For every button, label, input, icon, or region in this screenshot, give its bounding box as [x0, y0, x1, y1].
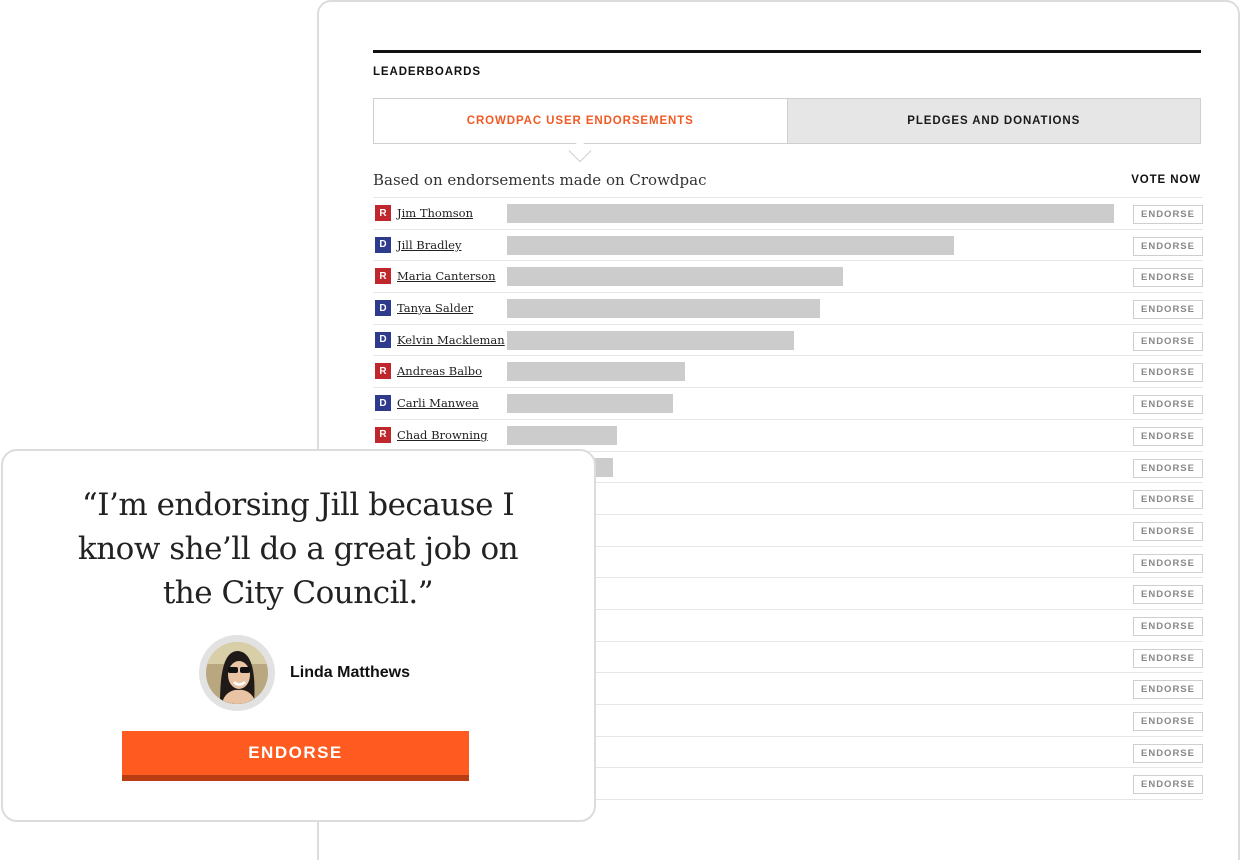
endorsement-bar: [507, 204, 1114, 223]
endorse-button[interactable]: ENDORSE: [1133, 268, 1203, 288]
tab-crowdpac-user-endorsements[interactable]: CROWDPAC USER ENDORSEMENTS: [374, 99, 787, 143]
endorse-button[interactable]: ENDORSE: [1133, 395, 1203, 415]
table-row: R Jim Thomson ENDORSE: [373, 198, 1203, 230]
leaderboard-description: Based on endorsements made on Crowdpac: [373, 171, 707, 189]
author-name: Linda Matthews: [290, 664, 411, 681]
quote-line: know she’ll do a great job on: [77, 531, 519, 567]
candidate-name-link[interactable]: Maria Canterson: [397, 269, 496, 283]
endorse-cta-button[interactable]: ENDORSE: [122, 731, 469, 781]
endorse-button[interactable]: ENDORSE: [1133, 331, 1203, 351]
endorse-button[interactable]: ENDORSE: [1133, 205, 1203, 224]
active-tab-pointer: [568, 139, 592, 163]
leaderboard-subheader: Based on endorsements made on Crowdpac V…: [373, 171, 1201, 189]
endorse-button[interactable]: ENDORSE: [1133, 585, 1203, 605]
endorse-button[interactable]: ENDORSE: [1133, 616, 1203, 636]
endorsement-bar: [507, 299, 820, 319]
table-row: D Carli Manwea ENDORSE: [373, 388, 1203, 420]
endorsement-bar: [507, 394, 673, 414]
leaderboard-tabs: CROWDPAC USER ENDORSEMENTS PLEDGES AND D…: [373, 98, 1201, 163]
endorsement-bar: [507, 235, 954, 255]
endorsement-bar: [507, 362, 685, 382]
candidate-name-link[interactable]: Jim Thomson: [397, 206, 473, 220]
party-badge: D: [375, 331, 391, 348]
top-divider: [373, 50, 1201, 53]
party-badge: R: [375, 363, 391, 380]
candidate-name-link[interactable]: Carli Manwea: [397, 396, 479, 410]
endorse-button[interactable]: ENDORSE: [1133, 458, 1203, 478]
candidate-name-link[interactable]: Jill Bradley: [397, 238, 461, 252]
endorse-button[interactable]: ENDORSE: [1133, 553, 1203, 573]
candidate-name-link[interactable]: Chad Browning: [397, 428, 488, 442]
candidate-name-link[interactable]: Andreas Balbo: [397, 364, 482, 378]
section-title: LEADERBOARDS: [373, 66, 481, 78]
table-row: R Maria Canterson ENDORSE: [373, 261, 1203, 294]
endorsement-bar: [507, 267, 843, 287]
endorse-button[interactable]: ENDORSE: [1133, 680, 1203, 700]
endorsement-bar: [507, 330, 794, 350]
party-badge: D: [375, 395, 391, 412]
endorsement-quote: “I’m endorsing Jill because I know she’l…: [43, 483, 553, 615]
party-badge: R: [375, 268, 391, 285]
table-row: D Kelvin Mackleman ENDORSE: [373, 325, 1203, 357]
endorse-button[interactable]: ENDORSE: [1133, 426, 1203, 446]
endorse-button[interactable]: ENDORSE: [1133, 743, 1203, 763]
endorse-button[interactable]: ENDORSE: [1133, 363, 1203, 383]
table-row: R Chad Browning ENDORSE: [373, 420, 1203, 452]
endorse-button[interactable]: ENDORSE: [1133, 300, 1203, 320]
quote-line: “I’m endorsing Jill because I: [81, 487, 515, 523]
candidate-name-link[interactable]: Kelvin Mackleman: [397, 333, 505, 347]
endorse-button[interactable]: ENDORSE: [1133, 236, 1203, 256]
quote-author: Linda Matthews: [199, 635, 410, 711]
endorse-button[interactable]: ENDORSE: [1133, 648, 1203, 668]
tab-pledges-and-donations[interactable]: PLEDGES AND DONATIONS: [786, 99, 1200, 143]
endorse-button[interactable]: ENDORSE: [1133, 490, 1203, 510]
endorse-button[interactable]: ENDORSE: [1133, 775, 1203, 795]
party-badge: R: [375, 205, 391, 221]
candidate-name-link[interactable]: Tanya Salder: [397, 301, 473, 315]
quote-card: “I’m endorsing Jill because I know she’l…: [1, 449, 596, 822]
table-row: D Jill Bradley ENDORSE: [373, 230, 1203, 262]
quote-line: the City Council.”: [162, 575, 434, 611]
avatar: [199, 635, 275, 711]
party-badge: R: [375, 426, 391, 443]
vote-now-link[interactable]: VOTE NOW: [1131, 174, 1201, 186]
table-row: D Tanya Salder ENDORSE: [373, 293, 1203, 325]
user-photo-icon: [206, 642, 268, 704]
endorse-button[interactable]: ENDORSE: [1133, 521, 1203, 541]
party-badge: D: [375, 300, 391, 317]
table-row: R Andreas Balbo ENDORSE: [373, 356, 1203, 389]
party-badge: D: [375, 236, 391, 253]
endorse-button[interactable]: ENDORSE: [1133, 712, 1203, 731]
endorsement-bar: [507, 425, 617, 445]
